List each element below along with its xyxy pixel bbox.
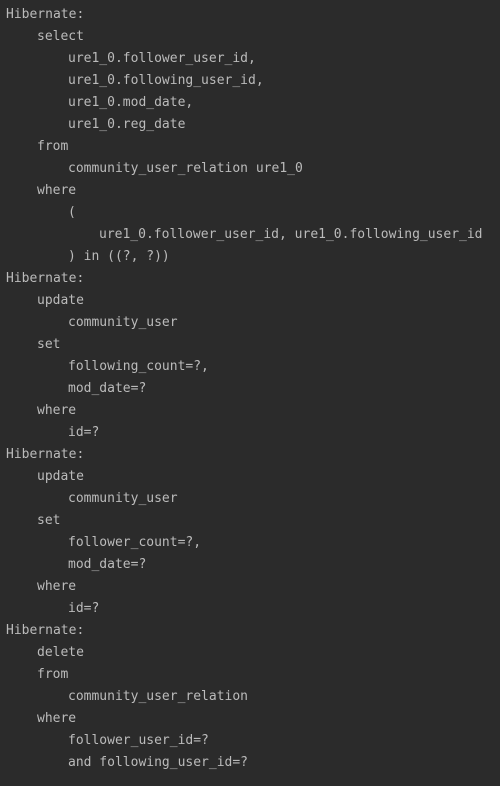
sql-line: following_count=?, [68,359,209,374]
sql-line: set [37,513,61,528]
sql-line: and following_user_id=? [68,755,249,770]
hibernate-sql-block: Hibernate: select ure1_0.follower_user_id,… [0,4,500,268]
sql-line: id=? [68,601,100,616]
sql-line: where [37,579,77,594]
sql-line: ure1_0.following_user_id, [68,73,264,88]
sql-line: ure1_0.follower_user_id, [68,51,256,66]
sql-line: ( [68,205,76,220]
sql-line: ure1_0.reg_date [68,117,186,132]
sql-line: where [37,711,77,726]
sql-line: where [37,183,77,198]
sql-line: update [37,293,84,308]
sql-line: mod_date=? [68,381,147,396]
hibernate-sql-block: Hibernate: update community_userset followe… [0,444,500,620]
sql-line: community_user_relation ure1_0 [68,161,303,176]
sql-line: select [37,29,84,44]
log-prefix-line: Hibernate: [6,271,85,286]
sql-line: where [37,403,77,418]
sql-line: community_user_relation [68,689,249,704]
sql-line: id=? [68,425,100,440]
sql-line: from [37,667,69,682]
sql-line: follower_count=?, [68,535,202,550]
log-prefix-line: Hibernate: [6,447,85,462]
sql-line: from [37,139,69,154]
sql-line: set [37,337,61,352]
hibernate-sql-block: Hibernate: delete from community_user_relat… [0,620,500,774]
sql-line: ure1_0.mod_date, [68,95,194,110]
log-prefix-line: Hibernate: [6,623,85,638]
sql-line: update [37,469,84,484]
sql-line: mod_date=? [68,557,147,572]
sql-line: community_user [68,315,178,330]
sql-line: follower_user_id=? [68,733,209,748]
sql-line: ure1_0.follower_user_id, ure1_0.followin… [99,227,483,242]
console-output[interactable]: Hibernate: select ure1_0.follower_user_id,… [0,0,500,786]
sql-line: ) in ((?, ?)) [68,249,170,264]
log-prefix-line: Hibernate: [6,7,85,22]
hibernate-sql-block: Hibernate: update community_userset followi… [0,268,500,444]
sql-line: community_user [68,491,178,506]
sql-line: delete [37,645,84,660]
